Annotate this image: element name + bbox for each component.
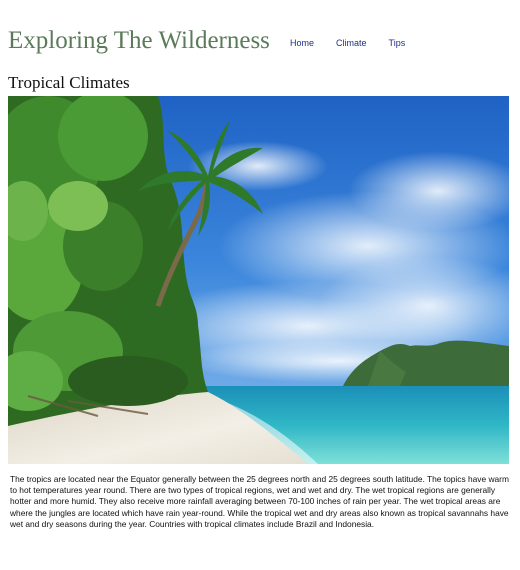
nav-link-tips[interactable]: Tips	[389, 37, 406, 49]
nav-link-climate[interactable]: Climate	[336, 37, 367, 49]
page-heading: Tropical Climates	[8, 73, 130, 92]
intro-paragraph: The tropics are located near the Equator…	[10, 474, 509, 529]
site-title: Exploring The Wilderness	[8, 27, 270, 54]
nav-item-home: Home	[290, 37, 336, 49]
tropical-beach-image	[8, 96, 509, 464]
main-nav: Home Climate Tips	[290, 37, 427, 49]
nav-item-tips: Tips	[389, 37, 428, 49]
nav-item-climate: Climate	[336, 37, 389, 49]
nav-link-home[interactable]: Home	[290, 37, 314, 49]
